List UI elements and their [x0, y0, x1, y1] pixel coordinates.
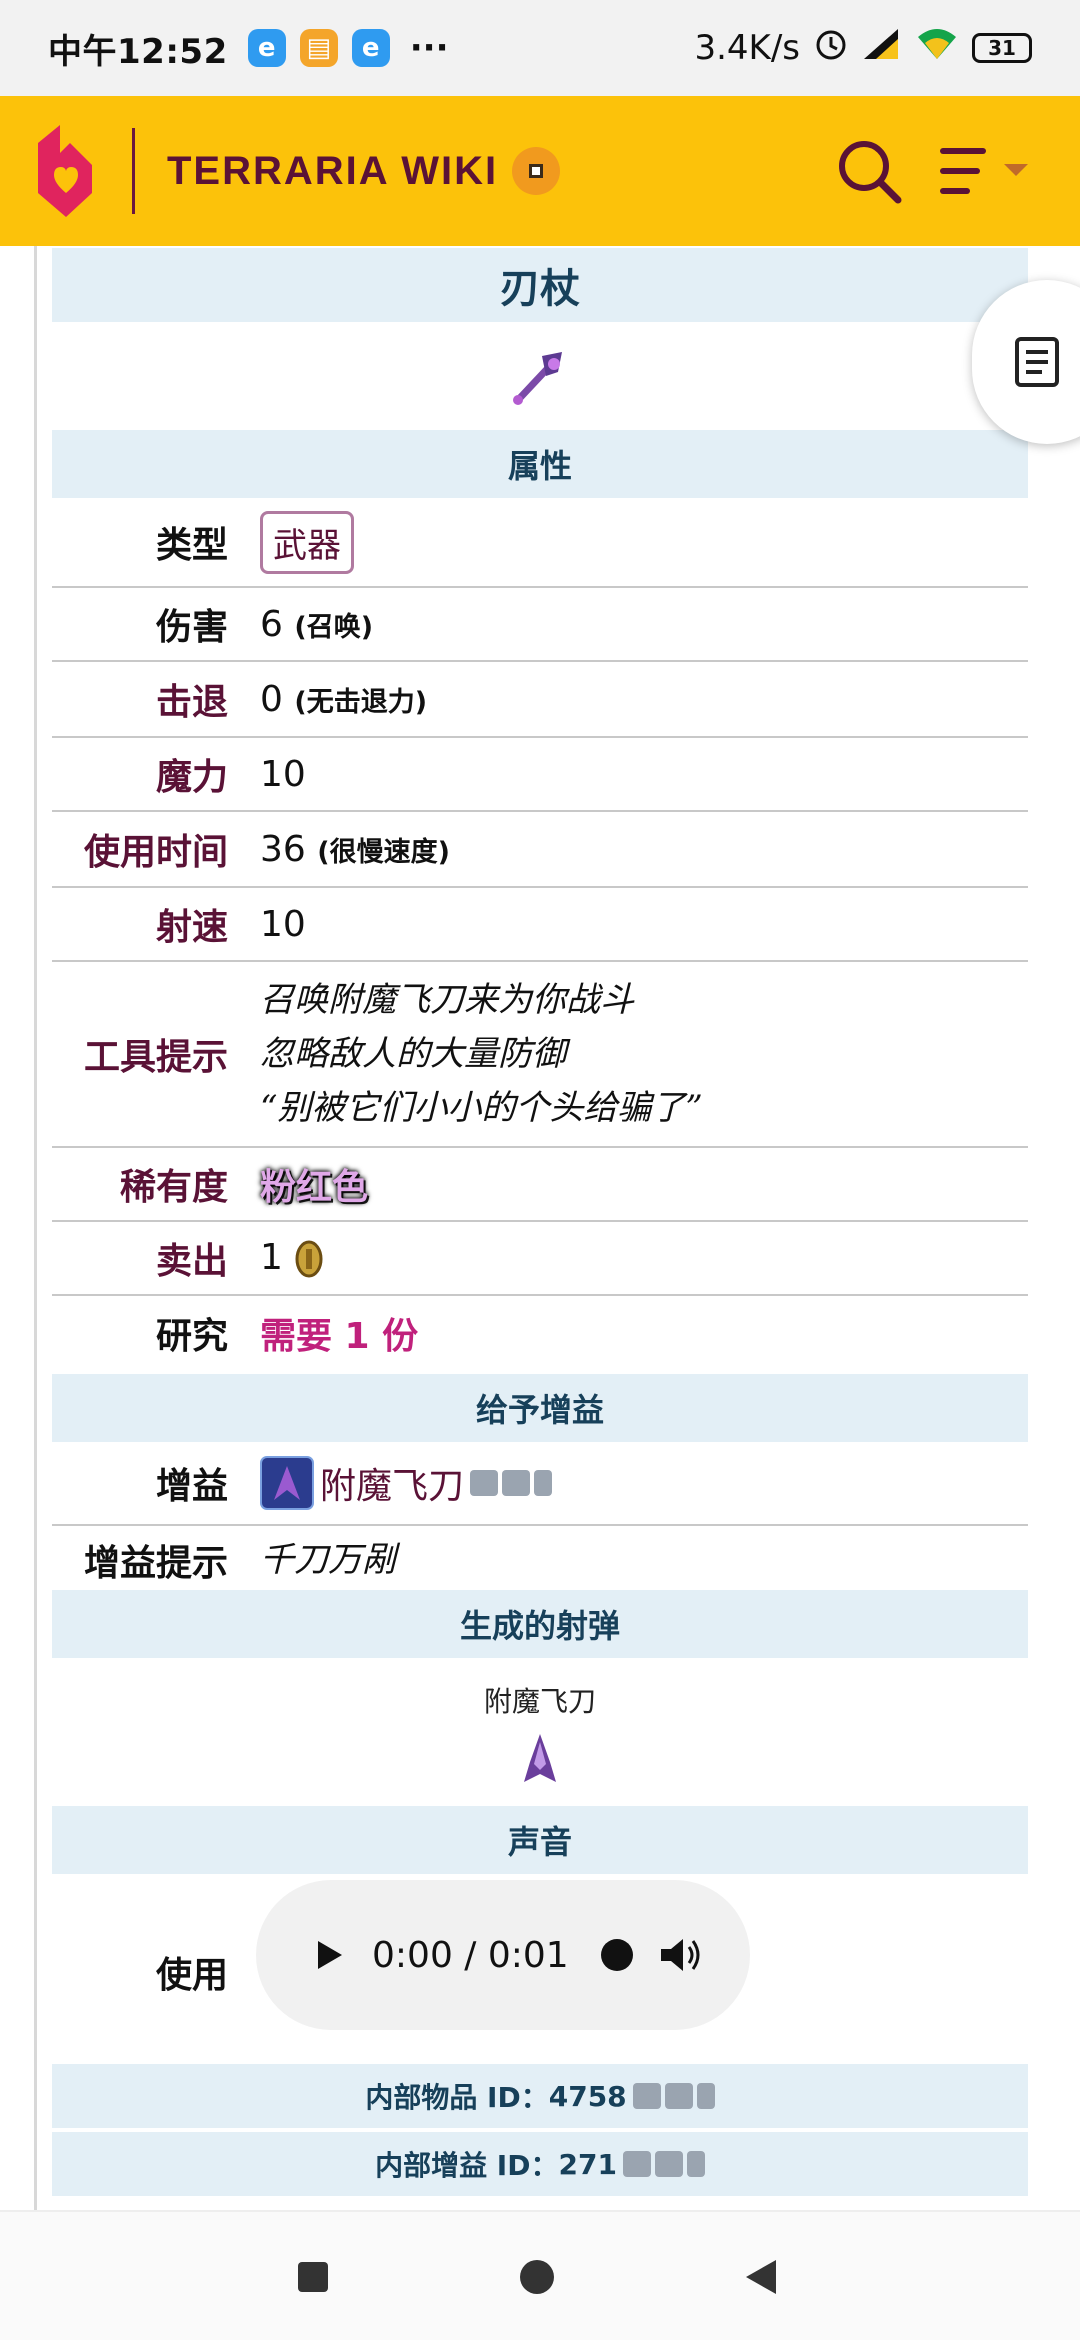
internal-item-id-row: 内部物品 ID： 4758: [52, 2064, 1028, 2128]
damage-note: (召唤): [294, 611, 374, 643]
console-icon: [664, 2083, 693, 2109]
progress-thumb[interactable]: [599, 1937, 635, 1973]
row-research: 研究 需要 1 份: [52, 1296, 1028, 1370]
type-label: 类型: [155, 525, 228, 566]
status-time: 中午12:52: [48, 31, 228, 72]
wiki-badge-icon: [512, 147, 561, 195]
pc-icon: [632, 2083, 661, 2109]
audio-time: 0:00 / 0:01: [372, 1934, 569, 1976]
pc-icon: [622, 2151, 651, 2177]
tooltip-line: “别被它们小小的个头给骗了”: [260, 1088, 703, 1128]
platform-icons: [622, 2151, 705, 2177]
home-icon[interactable]: [518, 2258, 556, 2296]
menu-icon[interactable]: [940, 144, 1050, 198]
mana-label[interactable]: 魔力: [52, 748, 228, 800]
tooltip-label[interactable]: 工具提示: [52, 1028, 228, 1080]
row-mana: 魔力 10: [52, 738, 1028, 812]
signal-icon: [862, 27, 902, 70]
alarm-icon: [814, 27, 848, 70]
back-icon[interactable]: [744, 2258, 778, 2296]
platform-icons: [632, 2083, 715, 2109]
buff-id-label: 内部增益 ID：: [375, 2149, 559, 2182]
mana-value: 10: [260, 753, 306, 795]
header-divider: [132, 128, 135, 214]
status-bar: 中午12:52 e ▤ e ··· 3.4K/s 31: [0, 0, 1080, 96]
console-icon: [502, 1470, 531, 1496]
section-projectiles: 生成的射弹: [52, 1590, 1028, 1658]
tooltip-line: 忽略敌人的大量防御: [260, 1034, 566, 1074]
use-time-note: (很慢速度): [317, 836, 450, 868]
sound-use-label: 使用: [155, 1955, 228, 1996]
search-icon[interactable]: [834, 136, 904, 206]
section-buffs: 给予增益: [52, 1374, 1028, 1442]
volume-icon[interactable]: [659, 1935, 705, 1975]
row-damage: 伤害 6 (召唤): [52, 588, 1028, 662]
row-sell: 卖出 1: [52, 1222, 1028, 1296]
buff-tooltip-label: 增益提示: [83, 1543, 228, 1584]
audio-player: 0:00 / 0:01: [256, 1880, 750, 2030]
sell-value: 1: [260, 1237, 283, 1278]
mobile-icon: [696, 2083, 715, 2109]
notes-app-icon: ▤: [299, 29, 338, 67]
damage-label[interactable]: 伤害: [52, 598, 228, 650]
type-tag[interactable]: 武器: [260, 510, 354, 574]
mobile-icon: [686, 2151, 705, 2177]
more-notifications-icon: ···: [409, 28, 449, 68]
console-icon: [654, 2151, 683, 2177]
projectile-name[interactable]: 附魔飞刀: [52, 1680, 1028, 1720]
velocity-value: 10: [260, 903, 306, 945]
blade-staff-image: [510, 342, 570, 408]
wifi-icon: [916, 27, 958, 70]
row-tooltip: 工具提示 召唤附魔飞刀来为你战斗 忽略敌人的大量防御 “别被它们小小的个头给骗了…: [52, 962, 1028, 1148]
buff-id-value: 271: [558, 2147, 617, 2181]
content-left-rule: [34, 246, 37, 2210]
pc-icon: [470, 1470, 499, 1496]
mobile-icon: [534, 1470, 553, 1496]
row-knockback: 击退 0 (无击退力): [52, 662, 1028, 738]
research-label[interactable]: 研究: [52, 1307, 228, 1359]
sell-label[interactable]: 卖出: [52, 1232, 228, 1284]
section-sound: 声音: [52, 1806, 1028, 1874]
use-time-value: 36: [260, 828, 306, 870]
tooltip-line: 召唤附魔飞刀来为你战斗: [260, 980, 634, 1020]
site-header: TERRARIA WIKI: [0, 96, 1080, 246]
velocity-label[interactable]: 射速: [52, 898, 228, 950]
damage-value: 6: [260, 603, 283, 645]
row-buff-tooltip: 增益提示 千刀万剐: [52, 1526, 1028, 1594]
internal-buff-id-row: 内部增益 ID： 271: [52, 2132, 1028, 2196]
item-id-value: 4758: [548, 2079, 627, 2113]
section-attributes: 属性: [52, 430, 1028, 498]
knockback-note: (无击退力): [294, 686, 428, 718]
use-time-label[interactable]: 使用时间: [52, 823, 228, 875]
platform-icons: [470, 1470, 553, 1496]
rarity-label[interactable]: 稀有度: [52, 1158, 228, 1210]
knockback-label[interactable]: 击退: [52, 673, 228, 725]
projectile-image: [522, 1732, 558, 1788]
knockback-value: 0: [260, 678, 283, 720]
item-id-label: 内部物品 ID：: [365, 2081, 549, 2114]
fandom-logo-icon[interactable]: [30, 123, 100, 219]
row-rarity: 稀有度 粉红色: [52, 1148, 1028, 1222]
row-type: 类型 武器: [52, 498, 1028, 588]
enchanted-dagger-buff-icon: [260, 1456, 314, 1510]
rarity-value[interactable]: 粉红色: [260, 1158, 368, 1210]
research-value: 需要 1 份: [260, 1316, 419, 1357]
browser-e-icon: e: [247, 29, 286, 67]
system-nav-bar: [0, 2210, 1080, 2340]
battery-indicator: 31: [972, 33, 1032, 63]
toc-icon: [1015, 337, 1059, 387]
row-use-time: 使用时间 36 (很慢速度): [52, 812, 1028, 888]
site-title[interactable]: TERRARIA WIKI: [167, 149, 498, 194]
recent-apps-icon[interactable]: [296, 2260, 330, 2294]
infobox-title: 刃杖: [52, 248, 1028, 322]
buff-label: 增益: [155, 1466, 228, 1507]
browser-e-icon: e: [351, 29, 390, 67]
buff-tooltip-value: 千刀万剐: [260, 1540, 396, 1580]
play-icon[interactable]: [308, 1935, 348, 1975]
row-velocity: 射速 10: [52, 888, 1028, 962]
buff-link[interactable]: 附魔飞刀: [320, 1457, 464, 1509]
row-buff: 增益 附魔飞刀: [52, 1442, 1028, 1526]
gold-coin-icon: [295, 1240, 323, 1278]
network-speed: 3.4K/s: [694, 28, 800, 68]
